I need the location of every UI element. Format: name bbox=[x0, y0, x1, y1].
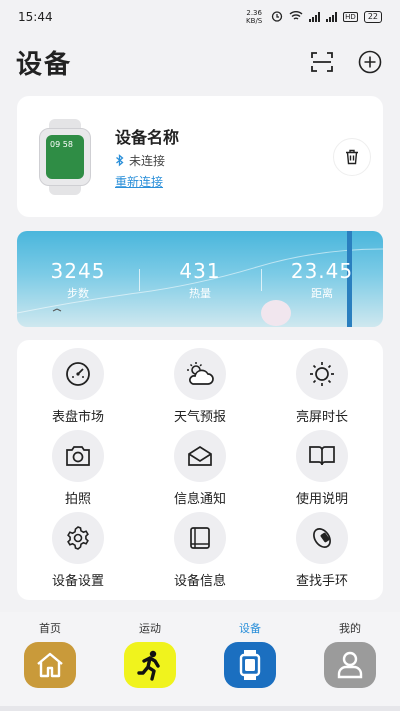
book-icon bbox=[309, 446, 335, 466]
device-card: 09 58 设备名称 未连接 重新连接 bbox=[17, 96, 383, 217]
feature-grid-card: 表盘市场 天气预报 亮屏时长 拍照 信息通知 使用说明 设备设置 设备信息 查找… bbox=[17, 340, 383, 600]
stat-calories-value: 431 bbox=[179, 259, 221, 283]
scan-icon bbox=[311, 52, 333, 72]
feature-device-info[interactable]: 设备信息 bbox=[139, 512, 261, 594]
add-device-button[interactable] bbox=[356, 48, 384, 76]
nav-home[interactable]: 首页 bbox=[0, 612, 100, 711]
weather-icon bbox=[187, 362, 214, 385]
stat-steps: 3245 步数 bbox=[17, 259, 139, 301]
settings-icon bbox=[67, 526, 89, 550]
user-icon bbox=[324, 642, 376, 688]
feature-instructions[interactable]: 使用说明 bbox=[261, 430, 383, 512]
activity-stats-banner: 3245 步数 431 热量 23.45 距离 bbox=[17, 231, 383, 327]
nav-sport[interactable]: 运动 bbox=[100, 612, 200, 711]
net-speed: 2.36 KB/S bbox=[246, 9, 263, 25]
battery-indicator: 22 bbox=[363, 11, 382, 23]
page-header: 设备 bbox=[0, 34, 400, 90]
plus-circle-icon bbox=[358, 50, 382, 74]
band-icon bbox=[313, 528, 331, 548]
trash-icon bbox=[346, 149, 358, 164]
nav-mine[interactable]: 我的 bbox=[300, 612, 400, 711]
nav-label: 设备 bbox=[239, 622, 261, 635]
mail-icon bbox=[188, 445, 212, 466]
feature-label: 信息通知 bbox=[173, 492, 226, 507]
stat-distance-label: 距离 bbox=[311, 287, 333, 300]
device-info-icon bbox=[190, 527, 210, 549]
stat-steps-value: 3245 bbox=[50, 259, 106, 283]
feature-label: 亮屏时长 bbox=[295, 410, 348, 425]
stat-calories-label: 热量 bbox=[189, 287, 211, 300]
page-title: 设备 bbox=[16, 49, 73, 80]
feature-label: 设备设置 bbox=[51, 574, 104, 589]
bluetooth-icon bbox=[116, 153, 124, 166]
feature-device-settings[interactable]: 设备设置 bbox=[17, 512, 139, 594]
stat-distance-value: 23.45 bbox=[290, 259, 354, 283]
nav-device[interactable]: 设备 bbox=[200, 612, 300, 711]
delete-device-button[interactable] bbox=[333, 137, 371, 176]
connection-status: 未连接 bbox=[115, 152, 179, 169]
feature-dial-market[interactable]: 表盘市场 bbox=[17, 348, 139, 430]
feature-label: 拍照 bbox=[64, 492, 91, 507]
feature-notifications[interactable]: 信息通知 bbox=[139, 430, 261, 512]
feature-find-band[interactable]: 查找手环 bbox=[261, 512, 383, 594]
feature-weather[interactable]: 天气预报 bbox=[139, 348, 261, 430]
connection-status-text: 未连接 bbox=[129, 153, 166, 168]
bottom-nav: 首页 运动 设备 我的 bbox=[0, 612, 400, 711]
watch-screen: 09 58 bbox=[46, 134, 84, 179]
stat-divider bbox=[139, 269, 140, 291]
home-indicator bbox=[0, 706, 400, 711]
dial-icon bbox=[66, 362, 90, 386]
stat-distance: 23.45 距离 bbox=[261, 259, 383, 301]
signal-icon bbox=[309, 12, 321, 22]
alarm-icon bbox=[271, 10, 283, 25]
hd-icon: HD bbox=[343, 12, 358, 22]
run-icon bbox=[124, 642, 176, 688]
feature-label: 查找手环 bbox=[295, 574, 348, 589]
home-icon bbox=[24, 642, 76, 688]
stat-steps-label: 步数 bbox=[67, 287, 89, 300]
feature-camera[interactable]: 拍照 bbox=[17, 430, 139, 512]
device-name: 设备名称 bbox=[115, 127, 180, 147]
status-time: 15:44 bbox=[18, 10, 53, 24]
feature-label: 天气预报 bbox=[173, 410, 226, 425]
wifi-icon bbox=[289, 10, 303, 24]
nav-label: 运动 bbox=[139, 622, 161, 635]
watch-image: 09 58 bbox=[37, 118, 93, 195]
reconnect-link[interactable]: 重新连接 bbox=[115, 173, 179, 190]
stat-divider bbox=[261, 269, 262, 291]
nav-label: 我的 bbox=[339, 622, 361, 635]
camera-icon bbox=[66, 446, 90, 466]
feature-screen-duration[interactable]: 亮屏时长 bbox=[261, 348, 383, 430]
signal-icon-2 bbox=[326, 12, 338, 22]
watch-icon bbox=[224, 642, 276, 688]
stat-calories: 431 热量 bbox=[139, 259, 261, 301]
scan-button[interactable] bbox=[308, 48, 336, 76]
brightness-icon bbox=[310, 362, 334, 386]
feature-label: 使用说明 bbox=[295, 492, 348, 507]
feature-label: 设备信息 bbox=[173, 574, 226, 589]
status-bar: 15:44 2.36 KB/S HD 22 bbox=[0, 0, 400, 34]
feature-label: 表盘市场 bbox=[51, 410, 104, 425]
nav-label: 首页 bbox=[39, 622, 61, 635]
status-indicators: 2.36 KB/S HD 22 bbox=[243, 9, 382, 25]
